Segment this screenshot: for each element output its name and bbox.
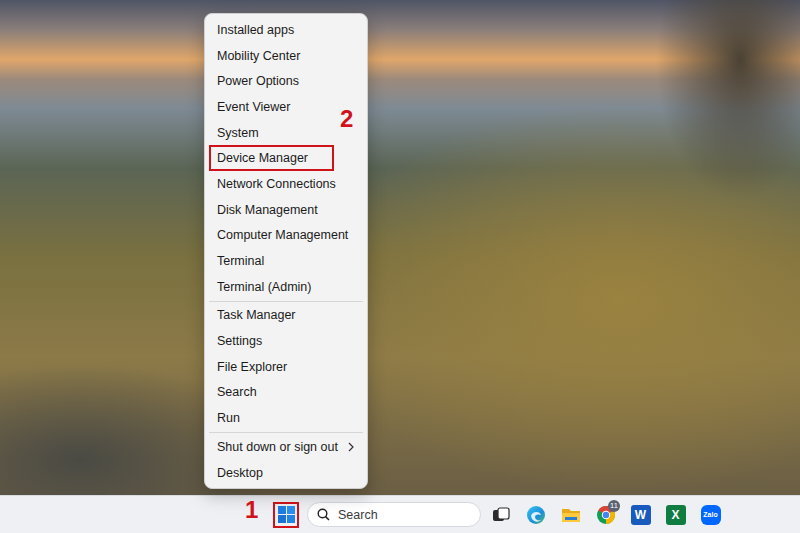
chevron-right-icon [347,442,355,452]
menu-item[interactable]: Computer Management [209,223,363,249]
taskbar-app[interactable] [483,500,518,530]
menu-item[interactable]: Installed apps [209,17,363,43]
desktop: Installed appsMobility CenterPower Optio… [0,0,800,533]
menu-item[interactable]: Search [209,380,363,406]
windows-logo-icon [278,506,295,523]
quick-link-menu: Installed appsMobility CenterPower Optio… [204,13,368,489]
start-button[interactable] [273,502,299,528]
search-box[interactable]: Search [307,502,481,527]
step-label: 2 [340,107,353,131]
menu-group: Task ManagerSettingsFile ExplorerSearchR… [209,303,363,431]
menu-item[interactable]: Power Options [209,68,363,94]
magnifier-icon [317,508,330,521]
menu-item[interactable]: System [209,120,363,146]
menu-separator [209,432,363,433]
menu-item[interactable]: Terminal [209,248,363,274]
zalo-icon: Zalo [701,505,721,525]
taskbar-app[interactable]: W [623,500,658,530]
taskbar-app[interactable]: X [658,500,693,530]
menu-item[interactable]: Terminal (Admin) [209,274,363,300]
folder-icon [560,505,582,525]
step-label: 1 [245,498,258,522]
menu-group: Shut down or sign outDesktop [209,434,363,485]
task-view-icon [491,505,511,525]
menu-item[interactable]: Device Manager [209,145,334,171]
menu-item[interactable]: Run [209,405,363,431]
menu-item[interactable]: Disk Management [209,197,363,223]
wallpaper: Installed appsMobility CenterPower Optio… [0,0,800,495]
menu-item[interactable]: Shut down or sign out [209,434,363,460]
taskbar: Search 11 WX Zalo [0,495,800,533]
menu-item[interactable]: Task Manager [209,303,363,329]
menu-group: Installed appsMobility CenterPower Optio… [209,17,363,300]
menu-item[interactable]: Settings [209,328,363,354]
taskbar-app[interactable]: Zalo [693,500,728,530]
menu-separator [209,301,363,302]
taskbar-app[interactable]: 11 [588,500,623,530]
taskbar-app[interactable] [553,500,588,530]
taskbar-app[interactable] [518,500,553,530]
menu-item[interactable]: Desktop [209,460,363,486]
notification-badge: 11 [608,500,620,512]
edge-icon [526,505,546,525]
menu-item[interactable]: File Explorer [209,354,363,380]
menu-item[interactable]: Event Viewer [209,94,363,120]
menu-item[interactable]: Network Connections [209,171,363,197]
word-icon: W [631,505,651,525]
excel-icon: X [666,505,686,525]
menu-item[interactable]: Mobility Center [209,43,363,69]
